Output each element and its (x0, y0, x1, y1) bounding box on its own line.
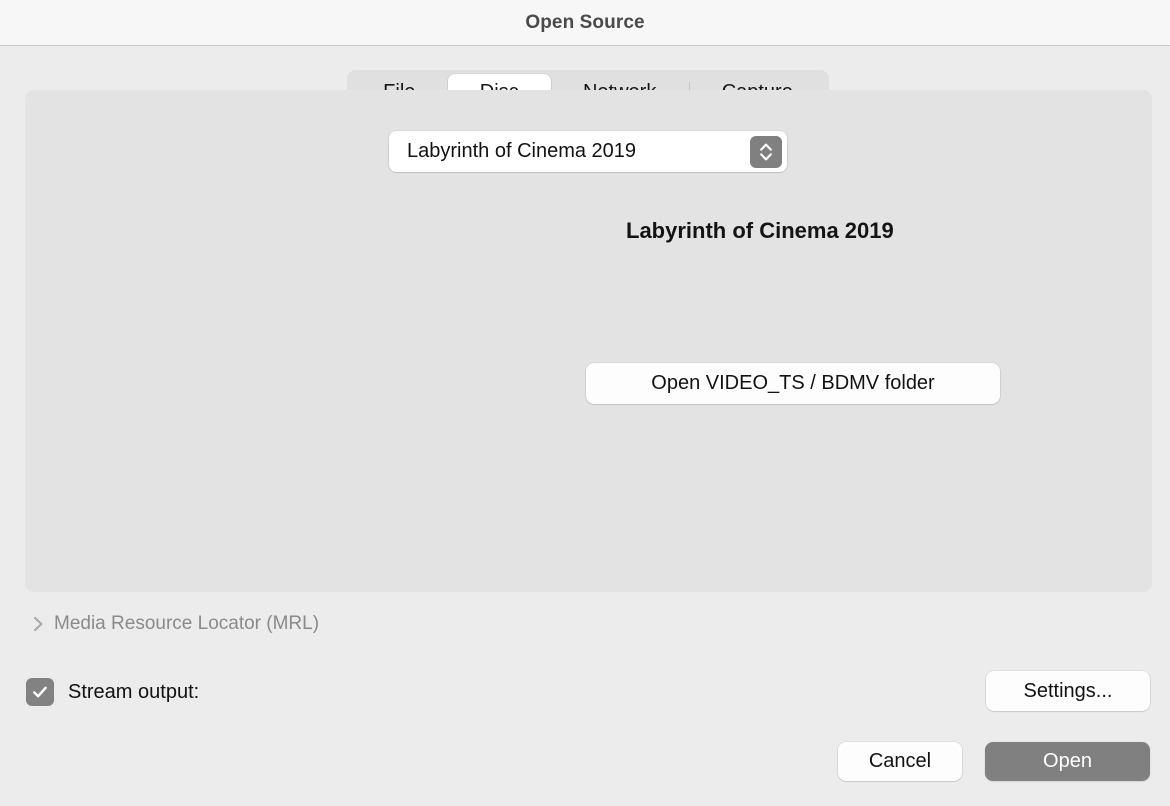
mrl-label: Media Resource Locator (MRL) (54, 613, 320, 634)
stream-output-settings-button[interactable]: Settings... (986, 671, 1150, 711)
disc-title-label: Labyrinth of Cinema 2019 (626, 218, 894, 243)
open-video-ts-bdmv-folder-button[interactable]: Open VIDEO_TS / BDMV folder (586, 363, 1000, 404)
disc-device-select[interactable]: Labyrinth of Cinema 2019 (389, 131, 787, 172)
open-button[interactable]: Open (985, 742, 1150, 781)
stream-output-row: Stream output: (26, 676, 199, 708)
window-titlebar: Open Source (0, 0, 1170, 46)
mrl-disclosure-row[interactable]: Media Resource Locator (MRL) (28, 608, 319, 640)
chevron-up-down-icon[interactable] (750, 135, 782, 168)
stream-output-label: Stream output: (68, 680, 200, 703)
disc-device-select-value: Labyrinth of Cinema 2019 (407, 140, 637, 162)
page-title: Open Source (525, 11, 645, 33)
stream-output-checkbox[interactable] (26, 678, 54, 706)
chevron-right-icon[interactable] (28, 614, 48, 634)
cancel-button[interactable]: Cancel (838, 742, 962, 781)
checkmark-icon (33, 686, 47, 698)
